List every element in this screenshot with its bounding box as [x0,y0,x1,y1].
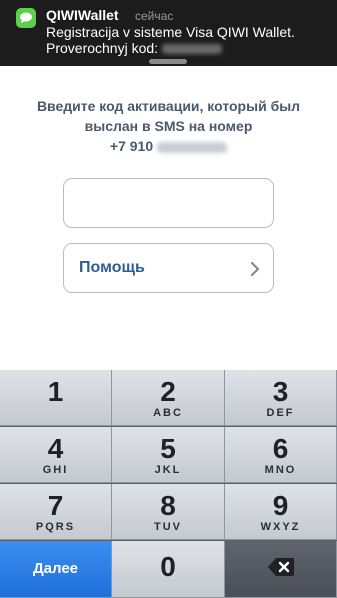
key-digit: 7 [47,490,64,521]
key-digit: 5 [160,433,176,464]
key-digit: 0 [160,551,176,582]
key-digit: 2 [160,376,176,407]
key-letters: TUV [154,521,182,533]
key-7[interactable]: 7 PQRS [0,484,112,540]
key-1[interactable]: 1 [0,370,112,426]
key-digit: 1 [47,376,64,407]
key-letters: PQRS [35,521,76,533]
activation-code-input[interactable] [64,179,273,227]
activation-instructions: Введите код активации, который был высла… [0,96,337,156]
redacted-phone [157,141,228,153]
notification-message-line1: Registracija v sisteme Visa QIWI Wallet. [46,24,295,40]
key-2[interactable]: 2 ABC [112,370,225,426]
notification-banner[interactable]: QIWIWallet сейчас Registracija v sisteme… [0,0,337,66]
key-5[interactable]: 5 JKL [112,427,225,483]
notification-code-label: Proverochnyj kod: [46,40,159,56]
backspace-icon [268,558,294,576]
instruction-line1: Введите код активации, который был [36,98,301,114]
key-0[interactable]: 0 [112,541,225,598]
chevron-right-icon [250,261,260,277]
key-letters: WXYZ [260,521,301,533]
notification-drag-handle[interactable] [149,59,187,64]
key-letters: JKL [154,464,182,476]
activation-code-field[interactable] [63,178,274,228]
key-4[interactable]: 4 GHI [0,427,112,483]
help-button-label: Помощь [79,259,145,276]
phone-prefix: +7 910 [109,138,154,154]
key-digit: 9 [272,490,289,521]
key-letters: GHI [42,464,69,476]
key-digit: 3 [272,376,289,407]
key-letters: ABC [153,407,183,419]
key-8[interactable]: 8 TUV [112,484,225,540]
key-9[interactable]: 9 WXYZ [225,484,337,540]
instruction-line2: выслан в SMS на номер [84,118,253,134]
numeric-keypad: 1 2 ABC 3 DEF 4 GHI 5 JKL 6 MNO 7 PQRS 8 TUV 9W… [0,370,337,598]
key-digit: 4 [47,433,64,464]
key-letters: DEF [266,407,295,419]
redacted-code [162,44,223,55]
notification-time: сейчас [135,9,174,23]
key-digit: 8 [160,490,176,521]
notification-message-line2: Proverochnyj kod: [46,40,223,56]
next-button-label: Далее [32,560,79,577]
notification-app-name: QIWIWallet [46,7,119,23]
phone-number: +7 910 [0,136,337,156]
messages-app-icon [16,8,36,28]
key-6[interactable]: 6 MNO [225,427,337,483]
key-3[interactable]: 3 DEF [225,370,337,426]
delete-key[interactable] [225,541,337,598]
key-letters: MNO [264,464,297,476]
help-button[interactable]: Помощь [63,243,274,293]
key-digit: 6 [272,433,289,464]
next-button[interactable]: Далее [0,541,112,598]
